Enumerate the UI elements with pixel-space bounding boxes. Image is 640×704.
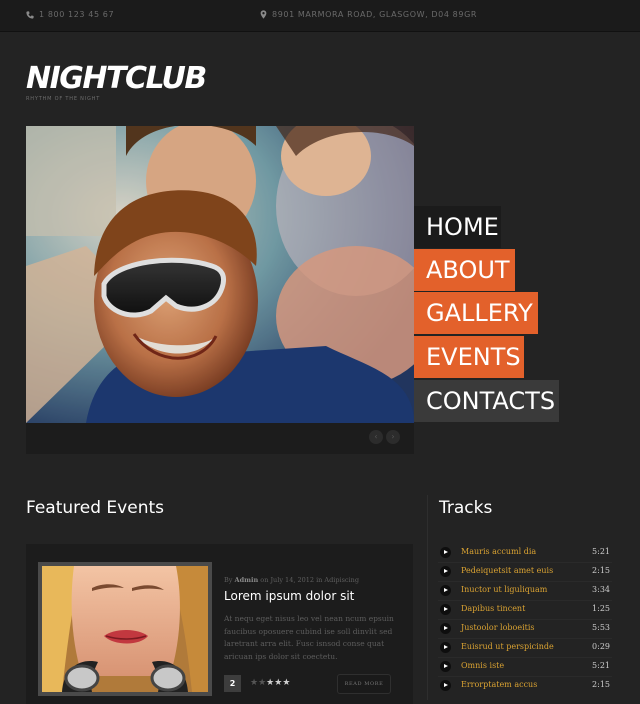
play-icon[interactable] bbox=[440, 547, 451, 558]
logo-tagline: RHYTHM OF THE NIGHT bbox=[26, 96, 101, 102]
nav-item-about[interactable]: ABOUT bbox=[414, 249, 515, 291]
slider-prev-button[interactable]: ‹ bbox=[369, 430, 383, 444]
track-name[interactable]: Justoolor loboeitis bbox=[461, 623, 535, 632]
track-duration: 5:53 bbox=[592, 623, 610, 632]
track-row[interactable]: Errorptatem accus 2:15 bbox=[438, 677, 612, 695]
track-duration: 3:34 bbox=[592, 585, 610, 594]
track-row[interactable]: Euisrud ut perspicinde 0:29 bbox=[438, 639, 612, 657]
nav-item-home[interactable]: HOME bbox=[414, 206, 501, 248]
column-divider bbox=[427, 495, 428, 700]
track-row[interactable]: Dapibus tincent 1:25 bbox=[438, 601, 612, 619]
post-excerpt: At nequ eget nisus leo vel nean ncum eps… bbox=[224, 614, 394, 661]
nav-item-gallery[interactable]: GALLERY bbox=[414, 292, 538, 334]
chevron-left-icon: ‹ bbox=[374, 432, 378, 441]
track-name[interactable]: Inuctor ut liguliquam bbox=[461, 585, 547, 594]
track-name[interactable]: Pedeiquetsit amet euis bbox=[461, 566, 553, 575]
play-icon[interactable] bbox=[440, 661, 451, 672]
tracks-heading: Tracks bbox=[439, 498, 493, 518]
comment-count-badge[interactable]: 2 bbox=[224, 675, 241, 692]
play-icon[interactable] bbox=[440, 642, 451, 653]
play-icon[interactable] bbox=[440, 566, 451, 577]
post-author[interactable]: Admin bbox=[235, 576, 259, 584]
track-duration: 5:21 bbox=[592, 661, 610, 670]
track-row[interactable]: Inuctor ut liguliquam 3:34 bbox=[438, 582, 612, 600]
nav-item-events[interactable]: EVENTS bbox=[414, 336, 524, 378]
track-name[interactable]: Dapibus tincent bbox=[461, 604, 525, 613]
hero-slider-image bbox=[26, 126, 414, 423]
chevron-right-icon: › bbox=[391, 432, 395, 441]
slider-controls: ‹ › bbox=[26, 423, 414, 454]
event-photo[interactable] bbox=[38, 562, 212, 696]
star-icon[interactable]: ★ bbox=[282, 678, 290, 688]
star-icon[interactable]: ★ bbox=[250, 678, 258, 688]
play-icon[interactable] bbox=[440, 585, 451, 596]
event-photo-image bbox=[42, 566, 208, 692]
track-duration: 1:25 bbox=[592, 604, 610, 613]
address-text: 8901 MARMORA ROAD, GLASGOW, D04 89GR bbox=[272, 10, 478, 19]
play-icon[interactable] bbox=[440, 604, 451, 615]
phone-contact: 1 800 123 45 67 bbox=[26, 10, 114, 19]
track-name[interactable]: Omnis iste bbox=[461, 661, 504, 670]
rating-stars[interactable]: ★★★★★ bbox=[250, 678, 290, 688]
phone-icon bbox=[26, 10, 34, 19]
address-contact: 8901 MARMORA ROAD, GLASGOW, D04 89GR bbox=[260, 10, 477, 19]
phone-number: 1 800 123 45 67 bbox=[39, 10, 115, 19]
hero-photo bbox=[26, 126, 414, 423]
star-icon[interactable]: ★ bbox=[258, 678, 266, 688]
track-name[interactable]: Mauris accuml dia bbox=[461, 547, 536, 556]
track-duration: 2:15 bbox=[592, 680, 610, 689]
track-name[interactable]: Euisrud ut perspicinde bbox=[461, 642, 554, 651]
post-title[interactable]: Lorem ipsum dolor sit bbox=[224, 589, 354, 603]
featured-events-heading: Featured Events bbox=[26, 498, 164, 518]
slider-next-button[interactable]: › bbox=[386, 430, 400, 444]
track-duration: 0:29 bbox=[592, 642, 610, 651]
track-duration: 5:21 bbox=[592, 547, 610, 556]
track-row[interactable]: Mauris accuml dia 5:21 bbox=[438, 544, 612, 562]
nav-item-contacts[interactable]: CONTACTS bbox=[414, 380, 559, 422]
play-icon[interactable] bbox=[440, 623, 451, 634]
logo-title: NIGHTCLUB bbox=[26, 61, 207, 96]
track-name[interactable]: Errorptatem accus bbox=[461, 680, 537, 689]
track-row[interactable]: Omnis iste 5:21 bbox=[438, 658, 612, 676]
top-bar: 1 800 123 45 67 8901 MARMORA ROAD, GLASG… bbox=[0, 0, 640, 32]
location-pin-icon bbox=[260, 10, 267, 19]
post-date: on July 14, 2012 in Adipiscing bbox=[260, 576, 359, 584]
track-row[interactable]: Pedeiquetsit amet euis 2:15 bbox=[438, 563, 612, 581]
site-logo[interactable]: NIGHTCLUB RHYTHM OF THE NIGHT bbox=[26, 61, 207, 103]
track-row[interactable]: Justoolor loboeitis 5:53 bbox=[438, 620, 612, 638]
read-more-button[interactable]: READ MORE bbox=[337, 674, 391, 694]
post-meta: By Admin on July 14, 2012 in Adipiscing bbox=[224, 576, 359, 584]
play-icon[interactable] bbox=[440, 680, 451, 691]
track-duration: 2:15 bbox=[592, 566, 610, 575]
meta-by: By bbox=[224, 576, 233, 584]
